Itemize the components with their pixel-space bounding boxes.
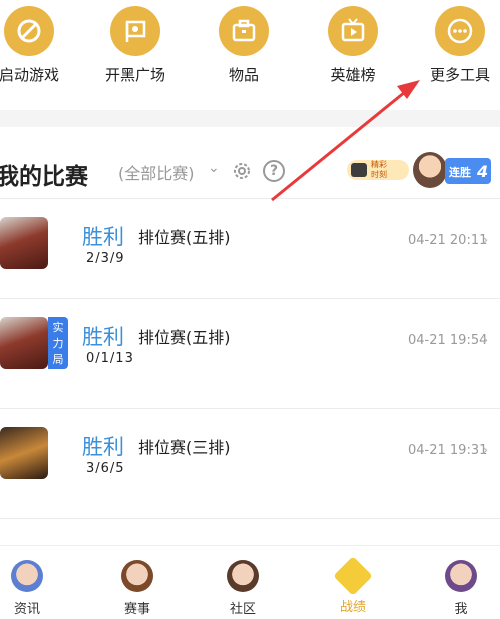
nav-records[interactable]: 战绩	[318, 556, 388, 615]
chevron-right-icon: ›	[482, 440, 489, 459]
match-result: 胜利	[82, 325, 124, 349]
streak-label: 连胜	[449, 166, 471, 179]
tool-hero-ranking[interactable]: 英雄榜	[311, 6, 395, 85]
match-kda: 3/6/5	[86, 461, 125, 476]
briefcase-icon	[219, 6, 269, 56]
match-kda: 2/3/9	[86, 251, 125, 266]
badge-text: 实力局	[52, 321, 64, 366]
match-result: 胜利	[82, 225, 124, 249]
hero-avatar	[0, 427, 48, 479]
nav-label: 社区	[229, 602, 256, 617]
bottom-nav: 资讯 赛事 社区 战绩 我	[0, 545, 500, 619]
tool-label: 启动游戏	[0, 66, 59, 84]
chevron-right-icon: ›	[482, 330, 489, 349]
chevron-down-icon[interactable]: ⌄	[208, 160, 220, 176]
tool-label: 物品	[228, 66, 259, 84]
more-dots-icon	[435, 6, 485, 56]
match-row[interactable]: 实力局 胜利 排位赛(五排) 0/1/13 04-21 19:54 ›	[0, 298, 500, 408]
match-time: 04-21 19:54	[408, 333, 488, 348]
match-mode: 排位赛(五排)	[138, 228, 231, 247]
tool-label: 更多工具	[429, 66, 490, 84]
record-diamond-icon	[333, 556, 373, 596]
nav-label: 资讯	[13, 602, 40, 617]
quick-tools-bar: 启动游戏 开黑广场 物品 英雄榜 更多工具	[0, 0, 500, 110]
nav-label: 战绩	[339, 600, 366, 615]
character-avatar	[413, 152, 447, 188]
match-result: 胜利	[82, 435, 124, 459]
tool-team-square[interactable]: 开黑广场	[93, 6, 177, 85]
page-title: 我的比赛	[0, 164, 88, 190]
match-time: 04-21 19:31	[408, 443, 488, 458]
promo-text: 时刻	[371, 170, 387, 179]
section-divider	[0, 110, 500, 127]
tool-launch-game[interactable]: 启动游戏	[0, 6, 71, 85]
match-row[interactable]: 胜利 排位赛(五排) 2/3/9 04-21 20:11 ›	[0, 198, 500, 308]
nav-events[interactable]: 赛事	[102, 560, 172, 617]
chevron-right-icon: ›	[482, 230, 489, 249]
nav-label: 赛事	[123, 602, 150, 617]
tool-label: 开黑广场	[104, 66, 165, 84]
match-row[interactable]: 胜利 排位赛(三排) 3/6/5 04-21 19:31 ›	[0, 408, 500, 518]
tool-more-tools[interactable]: 更多工具	[418, 6, 500, 85]
match-row-partial	[0, 518, 500, 545]
gear-icon[interactable]	[230, 159, 254, 183]
flag-icon	[110, 6, 160, 56]
nav-me[interactable]: 我	[426, 560, 496, 617]
community-avatar-icon	[227, 560, 259, 592]
highlights-promo-banner[interactable]: 精彩 时刻 连胜 4	[347, 152, 493, 188]
news-avatar-icon	[11, 560, 43, 592]
match-avatar-icon	[121, 560, 153, 592]
nav-community[interactable]: 社区	[208, 560, 278, 617]
streak-count: 4	[477, 162, 489, 181]
hero-avatar	[0, 317, 48, 369]
match-mode: 排位赛(五排)	[138, 328, 231, 347]
help-icon[interactable]: ?	[263, 160, 285, 182]
match-kda: 0/1/13	[86, 351, 134, 366]
match-mode: 排位赛(三排)	[138, 438, 231, 457]
tool-label: 英雄榜	[330, 66, 376, 84]
tv-play-icon	[328, 6, 378, 56]
me-avatar-icon	[445, 560, 477, 592]
rocket-slash-icon	[4, 6, 54, 56]
nav-label: 我	[454, 602, 468, 617]
tool-items[interactable]: 物品	[202, 6, 286, 85]
match-filter-dropdown[interactable]: (全部比赛)	[118, 160, 195, 184]
nav-news[interactable]: 资讯	[0, 560, 62, 617]
strength-match-badge: 实力局	[48, 317, 68, 369]
hero-avatar	[0, 217, 48, 269]
video-camera-icon	[351, 163, 367, 177]
match-time: 04-21 20:11	[408, 233, 488, 248]
